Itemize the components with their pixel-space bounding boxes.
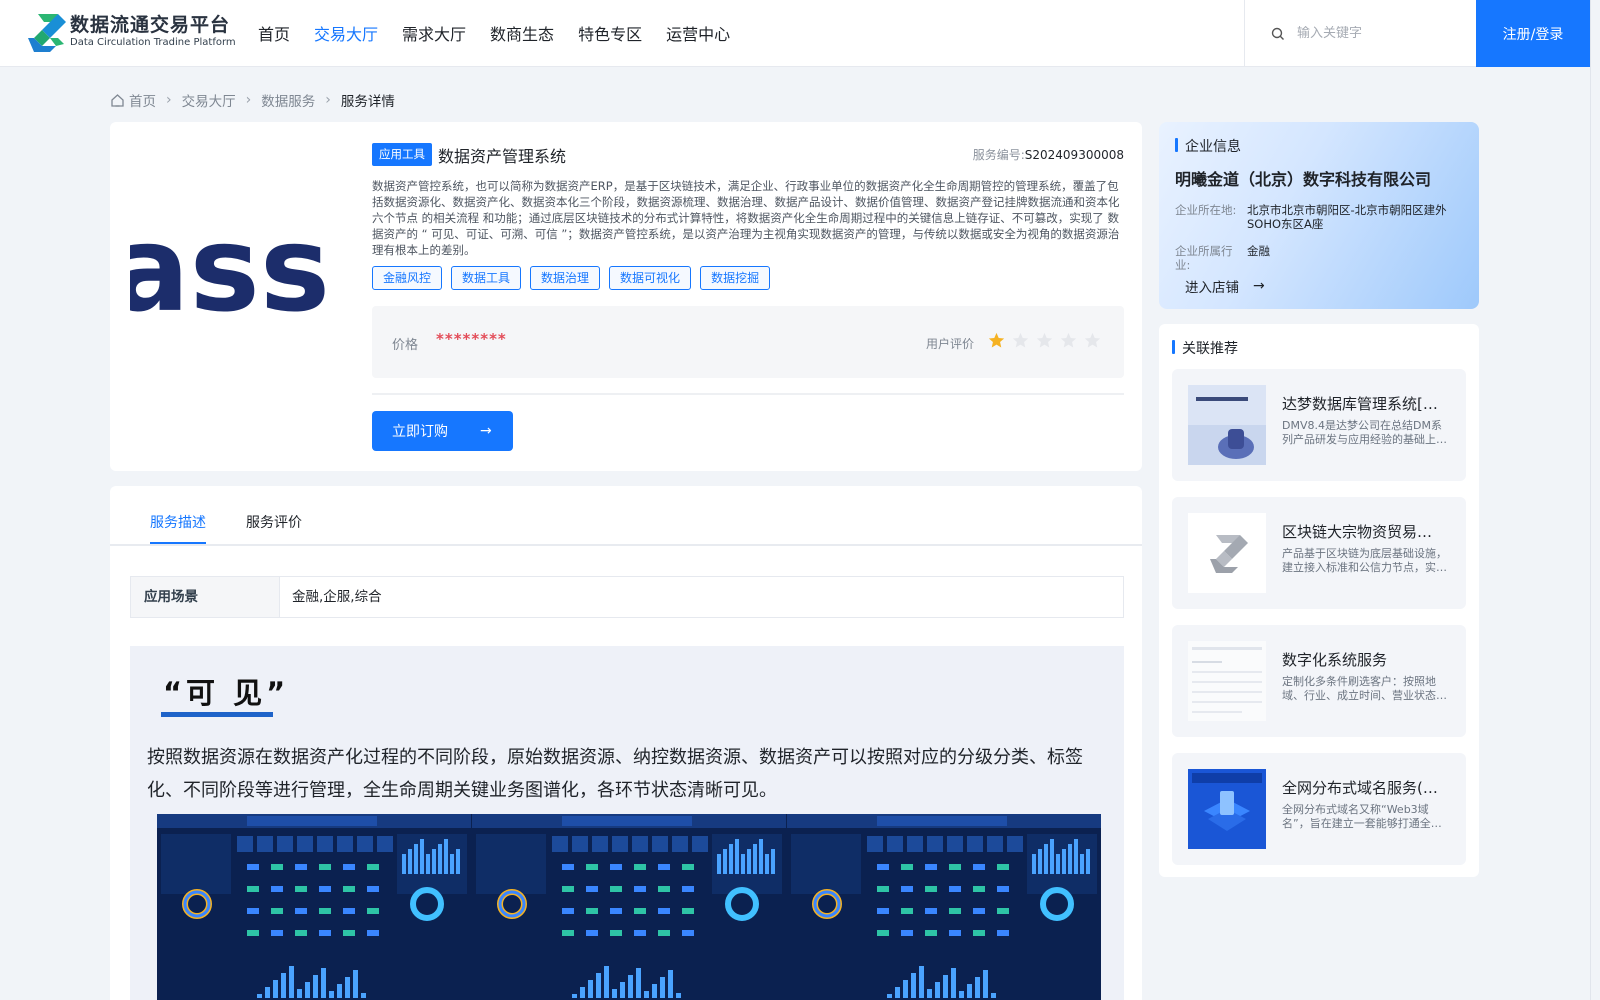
nav-demand-hall[interactable]: 需求大厅 (402, 0, 466, 67)
logo-mark-icon (28, 12, 66, 52)
star-filled-icon (988, 332, 1005, 348)
search-box (1244, 0, 1476, 67)
tag-item[interactable]: 数据可视化 (609, 266, 692, 290)
tag-item[interactable]: 数据治理 (530, 266, 601, 290)
product-type-badge: 应用工具 (372, 142, 432, 166)
recommend-title: 数字化系统服务 (1282, 651, 1388, 669)
price-panel: 价格 ******** 用户评价 (372, 306, 1124, 378)
page-scrollbar[interactable] (1590, 0, 1600, 1000)
tab-service-reviews[interactable]: 服务评价 (246, 512, 302, 532)
breadcrumb-trading-hall[interactable]: 交易大厅 (182, 90, 236, 110)
top-header: 数据流通交易平台 Data Circulation Tradine Platfo… (0, 0, 1590, 67)
tag-item[interactable]: 数据工具 (451, 266, 522, 290)
star-empty-icon (1012, 332, 1029, 348)
nav-home[interactable]: 首页 (258, 0, 290, 67)
feature-text: 按照数据资源在数据资产化过程的不同阶段，原始数据资源、纳控数据资源、数据资产可以… (147, 747, 1083, 801)
home-icon (111, 93, 124, 107)
recommend-thumbnail (1188, 769, 1266, 849)
recommend-thumbnail (1188, 513, 1266, 593)
recommend-title: 达梦数据库管理系统[… (1282, 395, 1438, 413)
recommend-item[interactable]: 全网分布式域名服务(… 全网分布式域名又称“Web3域名”，旨在建立一套能够打通… (1172, 753, 1466, 865)
nav-operations-center[interactable]: 运营中心 (666, 0, 730, 67)
recommend-thumbnail (1188, 641, 1266, 721)
breadcrumb-home[interactable]: 首页 (129, 90, 156, 110)
search-input[interactable] (1297, 26, 1467, 41)
company-industry-row: 企业所属行业: 金融 (1175, 244, 1469, 272)
application-scene-value: 金融,企服,综合 (292, 589, 382, 605)
company-name: 明曦金道（北京）数字科技有限公司 (1175, 170, 1432, 189)
order-now-label: 立即订购 (392, 424, 448, 440)
company-industry-label: 企业所属行业: (1175, 244, 1233, 272)
site-logo[interactable]: 数据流通交易平台 Data Circulation Tradine Platfo… (28, 12, 236, 52)
enter-shop-link[interactable]: 进入店铺 → (1185, 276, 1265, 296)
nav-ecosystem[interactable]: 数商生态 (490, 0, 554, 67)
divider (372, 393, 1124, 395)
logo-title: 数据流通交易平台 (70, 14, 231, 36)
chevron-right-icon: › (166, 92, 172, 108)
main-nav: 首页 交易大厅 需求大厅 数商生态 特色专区 运营中心 (258, 0, 754, 67)
chevron-right-icon: › (245, 92, 252, 108)
product-tags: 金融风控 数据工具 数据治理 数据可视化 数据挖掘 (372, 266, 1124, 290)
product-description: 数据资产管控系统，也可以简称为数据资产ERP，是基于区块链技术，满足企业、行政事… (372, 179, 1120, 257)
recommend-item[interactable]: 达梦数据库管理系统[… DMV8.4是达梦公司在总结DM系列产品研发与应用经验的… (1172, 369, 1466, 481)
active-tab-indicator (150, 542, 206, 544)
tag-item[interactable]: 金融风控 (372, 266, 443, 290)
product-image-text: ass (130, 200, 330, 338)
breadcrumb-data-services[interactable]: 数据服务 (261, 90, 315, 110)
star-empty-icon (1084, 332, 1101, 348)
login-register-button[interactable]: 注册/登录 (1476, 0, 1590, 67)
recommend-desc: 全网分布式域名又称“Web3域名”，旨在建立一套能够打通全网的域名服务体系 (1282, 803, 1442, 830)
star-empty-icon (1060, 332, 1077, 348)
logo-subtitle: Data Circulation Tradine Platform (70, 37, 236, 48)
related-recommendations: 关联推荐 达梦数据库管理系统[… DMV8.4是达梦公司在总结DM系列产品研发与… (1159, 324, 1479, 877)
star-empty-icon (1036, 332, 1053, 348)
company-location-row: 企业所在地: 北京市北京市朝阳区-北京市朝阳区建外SOHO东区A座 (1175, 203, 1469, 231)
company-location-label: 企业所在地: (1175, 203, 1237, 217)
detail-tabs: 服务描述 服务评价 (110, 486, 1142, 546)
recommend-desc: 定制化多条件刷选客户：按照地域、行业、成立时间、营业状态等多维度筛选 (1282, 675, 1447, 702)
recommend-item[interactable]: 区块链大宗物资贸易… 产品基于区块链为底层基础设施，建立接入标准和公信力节点，实… (1172, 497, 1466, 609)
nav-trading-hall[interactable]: 交易大厅 (314, 0, 378, 67)
product-card: ass 应用工具 数据资产管理系统 服务编号:S202409300008 数据资… (110, 122, 1142, 471)
rating-label: 用户评价 (926, 337, 975, 351)
nav-featured-zone[interactable]: 特色专区 (578, 0, 642, 67)
company-location: 北京市北京市朝阳区-北京市朝阳区建外SOHO东区A座 (1247, 203, 1447, 231)
recommend-title: 区块链大宗物资贸易… (1282, 523, 1433, 541)
company-info-card: 企业信息 明曦金道（北京）数字科技有限公司 企业所在地: 北京市北京市朝阳区-北… (1159, 122, 1479, 309)
product-info: 应用工具 数据资产管理系统 服务编号:S202409300008 数据资产管控系… (372, 142, 1124, 290)
enter-shop-label: 进入店铺 (1185, 280, 1239, 296)
recommend-desc: 产品基于区块链为底层基础设施，建立接入标准和公信力节点，实现大宗物资贸易全流程 (1282, 547, 1447, 574)
feature-title-underline (161, 712, 273, 717)
price-label: 价格 (392, 338, 419, 353)
breadcrumb: 首页 › 交易大厅 › 数据服务 › 服务详情 (110, 90, 395, 110)
arrow-right-icon: → (1253, 278, 1265, 294)
feature-intro: “可 见” 按照数据资源在数据资产化过程的不同阶段，原始数据资源、纳控数据资源、… (130, 646, 1124, 1000)
application-scene-row: 应用场景 金融,企服,综合 (130, 576, 1124, 618)
order-now-button[interactable]: 立即订购 → (372, 411, 513, 451)
service-detail-card: 服务描述 服务评价 应用场景 金融,企服,综合 “可 见” 按照数据资源在数据资… (110, 486, 1142, 1000)
tag-item[interactable]: 数据挖掘 (700, 266, 771, 290)
feature-title: “可 见” (163, 676, 290, 710)
application-scene-label: 应用场景 (131, 577, 280, 617)
search-icon[interactable] (1271, 27, 1285, 41)
company-industry: 金融 (1247, 244, 1270, 258)
dashboard-screenshot (157, 814, 1101, 1000)
company-section-title: 企业信息 (1175, 136, 1241, 156)
recommend-item[interactable]: 数字化系统服务 定制化多条件刷选客户：按照地域、行业、成立时间、营业状态等多维度… (1172, 625, 1466, 737)
service-number: 服务编号:S202409300008 (972, 147, 1124, 162)
product-title: 数据资产管理系统 (438, 147, 567, 166)
price-value: ******** (436, 330, 507, 348)
recommend-thumbnail (1188, 385, 1266, 465)
recommend-desc: DMV8.4是达梦公司在总结DM系列产品研发与应用经验的基础上研发的数据库管理系… (1282, 419, 1447, 446)
chevron-right-icon: › (325, 92, 331, 108)
recommend-section-title: 关联推荐 (1172, 338, 1238, 358)
breadcrumb-current: 服务详情 (340, 94, 395, 110)
tab-service-description[interactable]: 服务描述 (150, 512, 206, 532)
rating-stars (988, 332, 1108, 349)
product-image: ass (130, 142, 355, 367)
recommend-title: 全网分布式域名服务(… (1282, 779, 1438, 797)
arrow-right-icon: → (480, 423, 492, 439)
